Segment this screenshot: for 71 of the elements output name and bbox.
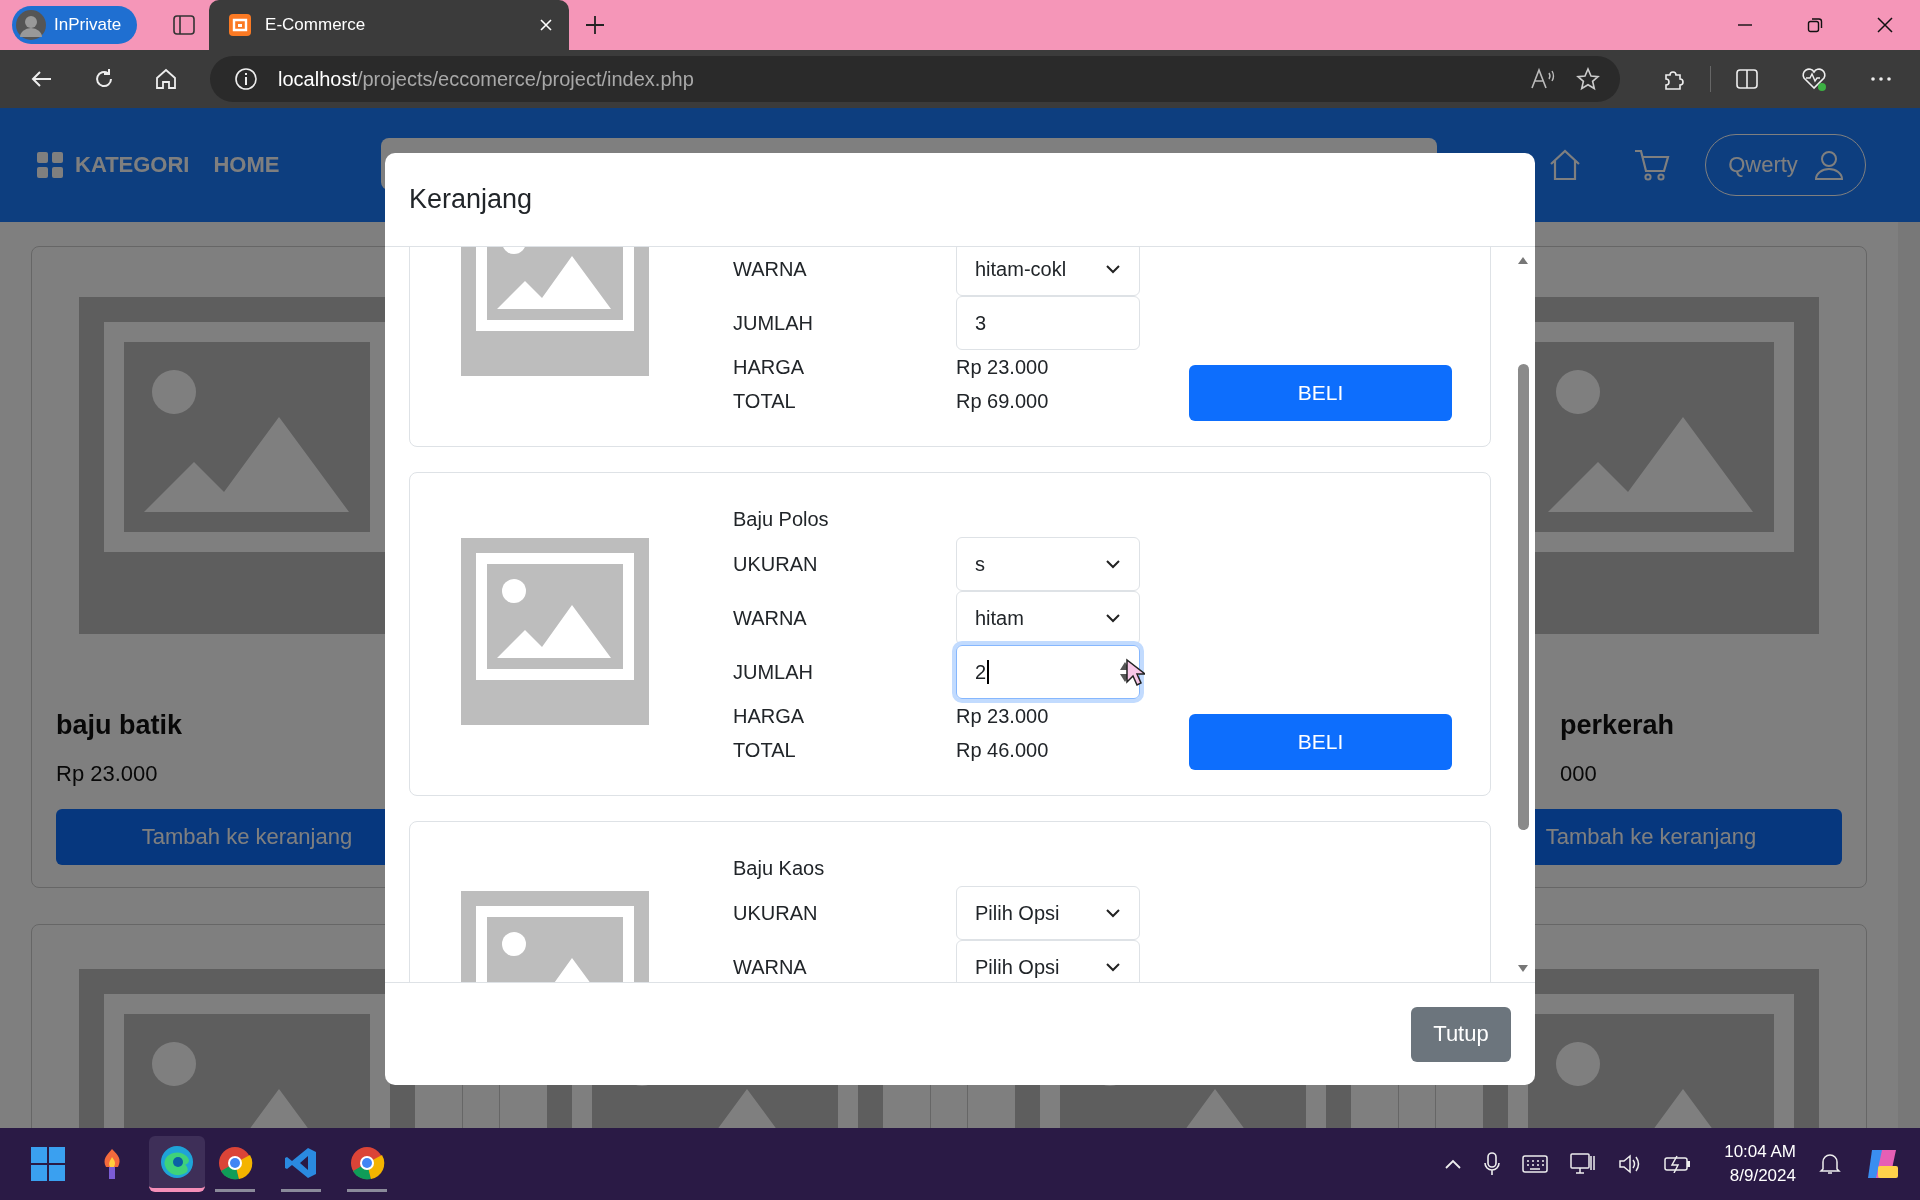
product-name: Baju Polos bbox=[733, 507, 830, 532]
new-tab-icon[interactable] bbox=[585, 15, 606, 35]
product-name: perkerah bbox=[1559, 710, 1676, 741]
code-editor-icon[interactable] bbox=[284, 1145, 318, 1180]
favorite-star-icon[interactable] bbox=[1576, 67, 1600, 91]
chevron-down-icon bbox=[1105, 908, 1121, 918]
product-name: baju batik bbox=[56, 710, 184, 741]
image-placeholder-icon bbox=[461, 538, 649, 725]
start-icon[interactable] bbox=[31, 1147, 65, 1181]
dropdown[interactable]: Pilih Opsi bbox=[956, 886, 1140, 940]
dialog-title: Keranjang bbox=[409, 184, 533, 215]
edge-browser-icon[interactable] bbox=[159, 1144, 195, 1180]
close-button[interactable]: Tutup bbox=[1411, 1006, 1511, 1062]
field-label: TOTAL bbox=[733, 738, 797, 762]
chevron-up-icon[interactable] bbox=[1444, 1158, 1463, 1170]
heartbeat-icon[interactable] bbox=[1801, 66, 1827, 92]
product-name: Baju Kaos bbox=[733, 856, 826, 881]
field-label: TOTAL bbox=[733, 389, 797, 413]
microphone-icon[interactable] bbox=[1484, 1152, 1501, 1176]
user-icon bbox=[1813, 150, 1844, 180]
price-text: Rp 46.000 bbox=[956, 738, 1049, 762]
scrollbar[interactable] bbox=[1898, 222, 1920, 1128]
field-label: UKURAN bbox=[733, 552, 819, 576]
avatar-icon bbox=[16, 10, 46, 40]
field-label: HARGA bbox=[733, 704, 806, 728]
buy-button[interactable]: BELI bbox=[1189, 714, 1452, 770]
restore-icon[interactable] bbox=[1807, 17, 1823, 33]
close-tab-icon[interactable] bbox=[539, 18, 554, 32]
chevron-down-icon bbox=[1105, 559, 1121, 569]
field-label: JUMLAH bbox=[733, 660, 814, 684]
dropdown[interactable]: hitam-cokl bbox=[956, 247, 1140, 296]
clock[interactable]: 10:04 AM 8/9/2024 bbox=[1724, 1140, 1796, 1188]
info-icon[interactable] bbox=[234, 67, 258, 91]
price-text: Rp 23.000 bbox=[956, 355, 1049, 379]
chevron-down-icon bbox=[1105, 962, 1121, 972]
profile-button[interactable]: InPrivate bbox=[12, 6, 138, 44]
field-label: WARNA bbox=[733, 955, 808, 979]
scroll-down-icon[interactable] bbox=[1517, 964, 1529, 974]
tab-actions-icon[interactable] bbox=[173, 15, 196, 35]
address-bar[interactable]: localhost/projects/eccomerce/project/index.php bbox=[210, 56, 1620, 102]
dropdown[interactable]: Pilih Opsi bbox=[956, 940, 1140, 982]
grid-icon[interactable] bbox=[37, 152, 63, 178]
price-text: Rp 69.000 bbox=[956, 389, 1049, 413]
field-label: WARNA bbox=[733, 606, 808, 630]
scroll-up-icon[interactable] bbox=[1517, 255, 1529, 265]
url-text: localhost/projects/eccomerce/project/index.php bbox=[278, 67, 694, 91]
chrome-icon[interactable] bbox=[349, 1144, 385, 1181]
quantity-field[interactable]: 3 bbox=[956, 296, 1140, 350]
notification-bell-icon[interactable] bbox=[1818, 1152, 1842, 1176]
display-icon[interactable] bbox=[1570, 1152, 1597, 1176]
battery-icon[interactable] bbox=[1664, 1155, 1693, 1173]
product-price: Rp 23.000 bbox=[56, 761, 159, 787]
chevron-down-icon bbox=[1105, 264, 1121, 274]
browser-tab[interactable]: E-Commerce bbox=[209, 0, 570, 50]
field-label: WARNA bbox=[733, 257, 808, 281]
field-label: JUMLAH bbox=[733, 311, 814, 335]
price-text: Rp 23.000 bbox=[956, 704, 1049, 728]
chevron-down-icon bbox=[1105, 613, 1121, 623]
split-screen-icon[interactable] bbox=[1735, 67, 1759, 91]
dropdown[interactable]: s bbox=[956, 537, 1140, 591]
field-label: HARGA bbox=[733, 355, 806, 379]
chrome-icon[interactable] bbox=[217, 1144, 253, 1181]
product-price: 000 bbox=[1559, 761, 1598, 787]
read-aloud-icon[interactable] bbox=[1530, 67, 1556, 91]
buy-button[interactable]: BELI bbox=[1189, 365, 1452, 421]
keyboard-icon[interactable] bbox=[1522, 1155, 1549, 1173]
field-label: UKURAN bbox=[733, 901, 819, 925]
mouse-cursor-icon bbox=[1125, 658, 1145, 688]
favicon-icon bbox=[229, 14, 252, 36]
close-icon[interactable] bbox=[1877, 17, 1893, 33]
home-icon[interactable] bbox=[154, 67, 178, 91]
